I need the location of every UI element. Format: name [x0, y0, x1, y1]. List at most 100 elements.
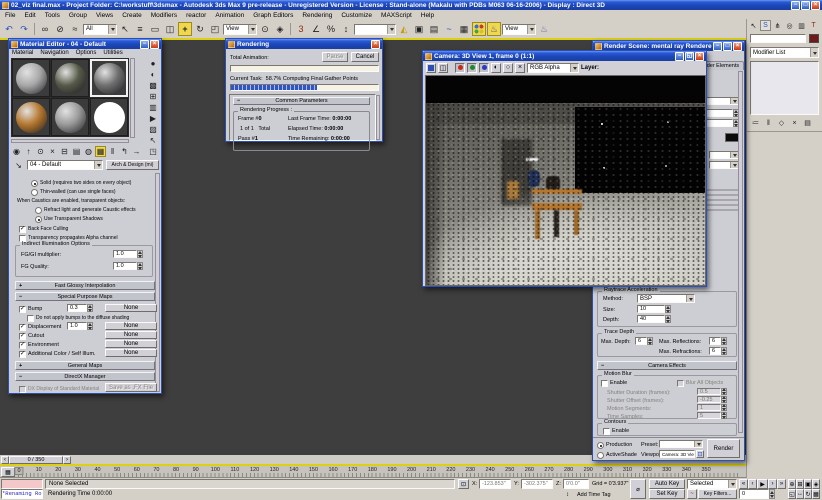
dropdown-arrow-icon[interactable]	[108, 25, 116, 34]
percent-snap-icon[interactable]: %	[324, 22, 338, 36]
mitem-modifiers[interactable]: Modifiers	[150, 12, 178, 19]
curve-editor-icon[interactable]: ~	[442, 22, 456, 36]
show-end-result-icon[interactable]: ‖	[763, 118, 774, 128]
solid-radio[interactable]	[31, 180, 38, 187]
green-channel-icon[interactable]	[467, 63, 477, 73]
zoom-all-icon[interactable]: ⊞	[796, 479, 804, 489]
bump-amount-field[interactable]: 0.3	[67, 304, 87, 312]
tab-utilities-icon[interactable]: T	[808, 20, 819, 31]
shutter-offset-field[interactable]: -0.25	[697, 396, 721, 403]
material-name-dropdown[interactable]: 04 - Default	[27, 160, 103, 170]
max-reflections-field[interactable]: 6	[709, 337, 721, 345]
clear-icon[interactable]: ×	[515, 63, 525, 73]
common-parameters-rollout[interactable]: −Common Parameters	[233, 97, 370, 105]
get-material-icon[interactable]: ◉	[11, 146, 22, 157]
fg-quality-field[interactable]: 1.0	[113, 262, 137, 270]
dropdown-arrow-icon[interactable]	[730, 152, 738, 158]
undo-icon[interactable]: ↶	[2, 22, 16, 36]
me-close-button[interactable]: ×	[150, 40, 159, 49]
reset-map-icon[interactable]: ×	[47, 146, 58, 157]
cw-minimize-button[interactable]: −	[675, 52, 684, 61]
maxscript-listener-line[interactable]: *Renaming Rol	[1, 489, 43, 499]
dx-display-checkbox[interactable]	[19, 386, 26, 393]
special-purpose-maps-rollout[interactable]: −Special Purpose Maps	[15, 292, 155, 301]
minimize-button[interactable]: −	[791, 1, 800, 10]
refract-caustics-radio[interactable]	[35, 207, 42, 214]
rendering-close-button[interactable]: ×	[371, 40, 380, 49]
shutter-duration-field[interactable]: 0.5	[697, 388, 721, 395]
z-coordinate-field[interactable]: 0'0.0"	[563, 479, 589, 489]
mitem-maxscript[interactable]: MAXScript	[380, 12, 413, 19]
select-manipulate-icon[interactable]: ◈	[273, 22, 287, 36]
tab-motion-icon[interactable]: ◎	[784, 20, 795, 31]
environment-map-button[interactable]: None	[105, 340, 157, 348]
configure-stack-icon[interactable]: ▤	[802, 118, 813, 128]
bump-diffuse-note-checkbox[interactable]	[27, 315, 34, 322]
remove-modifier-icon[interactable]: ×	[789, 118, 800, 128]
rs-close-button[interactable]: ×	[733, 42, 742, 51]
dropdown-arrow-icon[interactable]	[387, 25, 395, 34]
material-params-scrollbar[interactable]	[155, 173, 160, 392]
material-editor-title-bar[interactable]: Material Editor - 04 - Default − ×	[9, 39, 161, 49]
displacement-checkbox[interactable]	[19, 324, 26, 331]
cutout-map-button[interactable]: None	[105, 331, 157, 339]
prev-frame-button[interactable]: ‹	[748, 479, 757, 489]
show-end-result-material-icon[interactable]: ‖	[107, 146, 118, 157]
fg-quality-spinner[interactable]	[137, 262, 143, 270]
tab-create-icon[interactable]: ↖	[748, 20, 759, 31]
displacement-spinner[interactable]	[87, 322, 93, 330]
select-scale-icon[interactable]: ◰	[208, 22, 222, 36]
go-end-button[interactable]: »	[777, 479, 786, 489]
monochrome-icon[interactable]: ○	[503, 63, 513, 73]
schematic-view-icon[interactable]: ▦	[457, 22, 471, 36]
object-color-swatch[interactable]	[809, 34, 819, 43]
rs-contrast-color-swatch[interactable]	[725, 133, 739, 142]
close-button[interactable]: ×	[811, 1, 820, 10]
tab-modify-icon[interactable]: S	[760, 20, 771, 31]
tab-hierarchy-icon[interactable]: ⋔	[772, 20, 783, 31]
redo-icon[interactable]: ↷	[17, 22, 31, 36]
set-key-button[interactable]: Set Key	[649, 489, 685, 499]
red-channel-icon[interactable]	[455, 63, 465, 73]
mitem-file[interactable]: File	[4, 12, 16, 19]
maximize-button[interactable]: □	[801, 1, 810, 10]
max-depth-spinner[interactable]	[647, 337, 653, 345]
max-refr-spinner[interactable]	[721, 347, 727, 355]
viewport-dropdown[interactable]: Camera: 3D Vie	[659, 450, 695, 458]
rs-filter-dropdown[interactable]	[705, 97, 739, 105]
sample-hscrollbar[interactable]	[11, 139, 129, 143]
production-radio[interactable]	[597, 442, 604, 449]
mitem-edit[interactable]: Edit	[23, 12, 36, 19]
dropdown-arrow-icon[interactable]	[686, 295, 694, 302]
sample-vscrollbar[interactable]	[130, 58, 135, 138]
depth-spinner[interactable]	[665, 315, 671, 323]
rs-spinner-field-2[interactable]	[705, 119, 733, 127]
additional-color-checkbox[interactable]	[19, 351, 26, 358]
key-curve-icon[interactable]: ~	[687, 489, 697, 499]
put-to-library-icon[interactable]: ▤	[71, 146, 82, 157]
blue-channel-icon[interactable]	[479, 63, 489, 73]
fg-gi-field[interactable]: 1.0	[113, 250, 137, 258]
render-scene-icon[interactable]: ♨	[487, 22, 501, 36]
cutout-checkbox[interactable]	[19, 333, 26, 340]
dropdown-arrow-icon[interactable]	[694, 441, 702, 447]
key-filters-button[interactable]: Key Filters...	[698, 489, 737, 499]
camera-window-title-bar[interactable]: Camera: 3D View 1, frame 0 (1:1) − ◱ ×	[423, 51, 706, 61]
auto-key-button[interactable]: Auto Key	[649, 479, 685, 489]
select-object-icon[interactable]: ↖	[118, 22, 132, 36]
track-bar[interactable]: ▦ 01020304050607080901001101201301401501…	[0, 466, 746, 478]
cancel-button[interactable]: Cancel	[351, 52, 379, 62]
rect-selection-region-icon[interactable]: ▭	[148, 22, 162, 36]
directx-manager-rollout[interactable]: −DirectX Manager	[15, 372, 155, 381]
max-refl-spinner[interactable]	[721, 337, 727, 345]
mitem-animation[interactable]: Animation	[214, 12, 245, 19]
put-to-scene-icon[interactable]: ↑	[23, 146, 34, 157]
rs-minimize-button[interactable]: −	[713, 42, 722, 51]
bump-map-button[interactable]: None	[105, 304, 157, 312]
mitem-customize[interactable]: Customize	[340, 12, 373, 19]
contours-enable-checkbox[interactable]	[603, 428, 610, 435]
dropdown-arrow-icon[interactable]	[730, 98, 738, 104]
video-color-check-icon[interactable]: ▥	[147, 102, 159, 112]
displacement-map-button[interactable]: None	[105, 322, 157, 330]
mirror-icon[interactable]: ◭	[397, 22, 411, 36]
